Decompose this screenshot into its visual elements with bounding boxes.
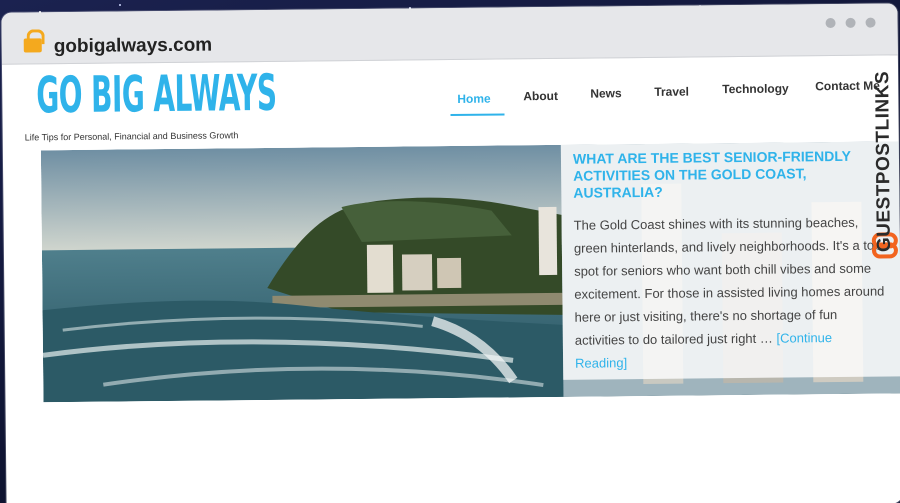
guestpostlinks-watermark: GUESTPOSTLINKS xyxy=(868,43,900,273)
nav-item-travel[interactable]: Travel xyxy=(654,85,689,99)
nav-item-technology[interactable]: Technology xyxy=(722,81,789,96)
featured-post-excerpt: The Gold Coast shines with its stunning … xyxy=(574,210,888,374)
window-dot-icon[interactable] xyxy=(845,17,856,28)
browser-titlebar: gobigalways.com xyxy=(1,3,898,65)
window-dot-icon[interactable] xyxy=(865,17,876,28)
featured-post: WHAT ARE THE BEST SENIOR-FRIENDLY ACTIVI… xyxy=(40,141,900,403)
active-nav-indicator xyxy=(450,113,505,117)
site-tagline: Life Tips for Personal, Financial and Bu… xyxy=(24,130,239,143)
window-controls xyxy=(825,17,876,29)
featured-post-card: WHAT ARE THE BEST SENIOR-FRIENDLY ACTIVI… xyxy=(560,141,900,380)
address-bar-url[interactable]: gobigalways.com xyxy=(54,35,213,59)
watermark-text: GUESTPOSTLINKS xyxy=(872,70,895,253)
site-logo[interactable]: GO BIG ALWAYS xyxy=(36,64,277,125)
nav-item-news[interactable]: News xyxy=(590,86,622,100)
window-dot-icon[interactable] xyxy=(825,17,836,29)
nav-item-home[interactable]: Home xyxy=(457,92,490,106)
browser-window: gobigalways.com GO BIG ALWAYS Life Tips … xyxy=(1,3,900,503)
nav-item-about[interactable]: About xyxy=(523,89,558,103)
lock-icon xyxy=(23,38,42,53)
excerpt-text: The Gold Coast shines with its stunning … xyxy=(573,214,885,348)
featured-post-title[interactable]: WHAT ARE THE BEST SENIOR-FRIENDLY ACTIVI… xyxy=(573,147,886,201)
